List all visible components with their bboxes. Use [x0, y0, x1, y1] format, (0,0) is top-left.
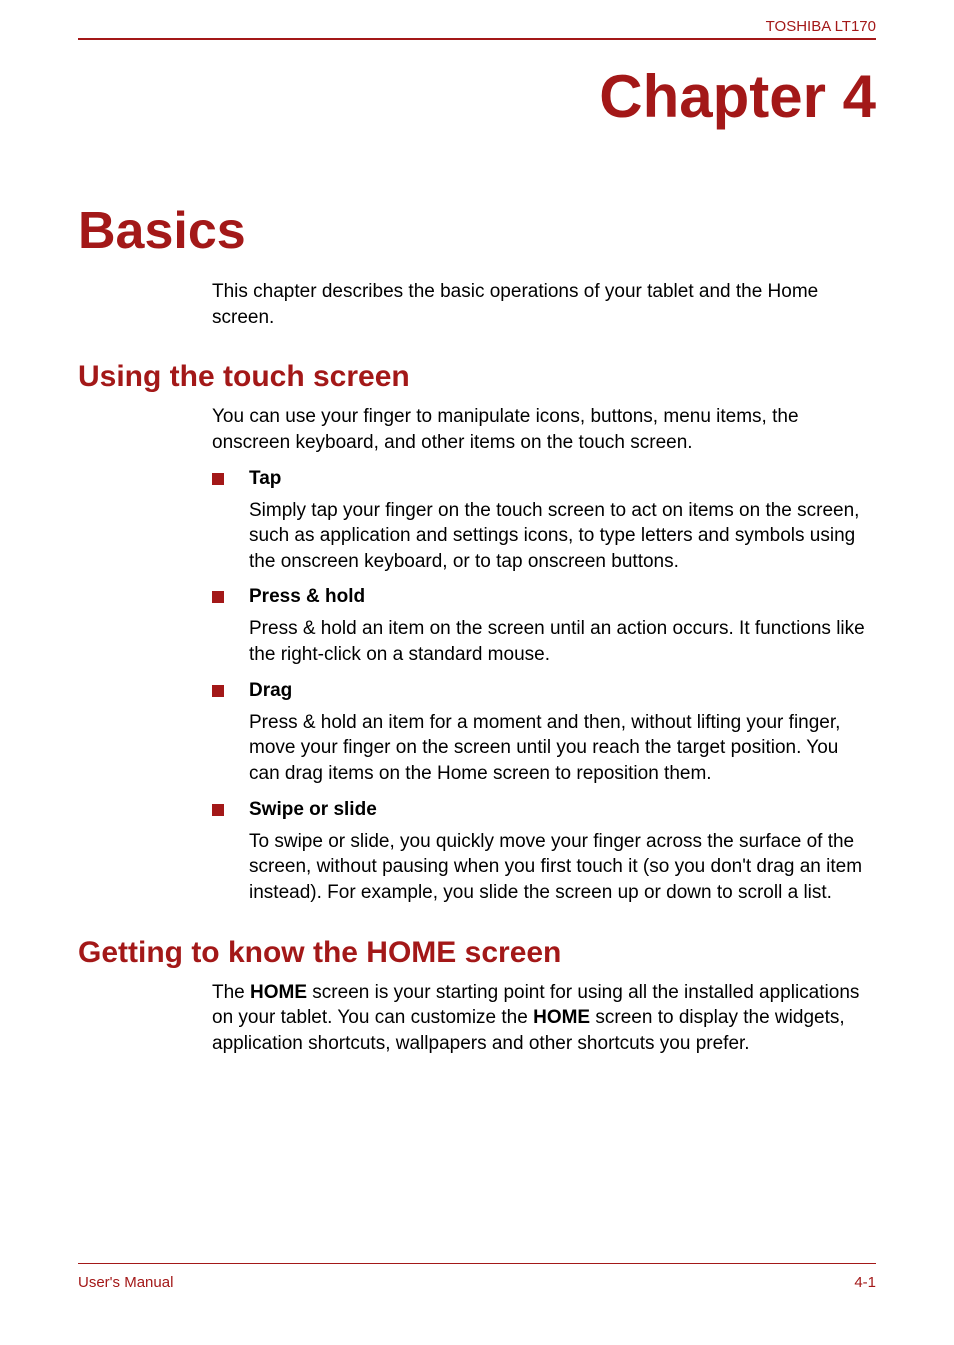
bullet-label-swipe: Swipe or slide	[249, 799, 377, 821]
header-rule: TOSHIBA LT170	[78, 38, 876, 40]
bullet-label-press-hold: Press & hold	[249, 586, 365, 608]
home-bold-2: HOME	[533, 1007, 590, 1028]
footer-page-number: 4-1	[854, 1274, 876, 1291]
home-bold-1: HOME	[250, 982, 307, 1003]
home-text-1: The	[212, 982, 250, 1003]
section-touch-heading: Using the touch screen	[78, 360, 876, 394]
header-model-label: TOSHIBA LT170	[766, 18, 876, 35]
bullet-body-tap: Simply tap your finger on the touch scre…	[249, 498, 876, 575]
bullet-item-swipe: Swipe or slide	[212, 799, 876, 821]
chapter-heading: Basics	[78, 201, 876, 261]
square-bullet-icon	[212, 473, 224, 485]
square-bullet-icon	[212, 804, 224, 816]
footer-left: User's Manual	[78, 1274, 173, 1291]
page-content: TOSHIBA LT170 Chapter 4 Basics This chap…	[0, 0, 954, 1345]
square-bullet-icon	[212, 685, 224, 697]
bullet-item-press-hold: Press & hold	[212, 586, 876, 608]
bullet-label-drag: Drag	[249, 680, 292, 702]
bullet-label-tap: Tap	[249, 468, 281, 490]
section-home-paragraph: The HOME screen is your starting point f…	[212, 980, 876, 1057]
page-footer: User's Manual 4-1	[78, 1263, 876, 1291]
chapter-intro: This chapter describes the basic operati…	[212, 279, 876, 330]
section-home-heading: Getting to know the HOME screen	[78, 936, 876, 970]
bullet-item-drag: Drag	[212, 680, 876, 702]
section-touch-intro: You can use your finger to manipulate ic…	[212, 404, 876, 455]
bullet-body-swipe: To swipe or slide, you quickly move your…	[249, 829, 876, 906]
square-bullet-icon	[212, 591, 224, 603]
chapter-title: Chapter 4	[78, 62, 876, 131]
bullet-body-press-hold: Press & hold an item on the screen until…	[249, 616, 876, 667]
bullet-item-tap: Tap	[212, 468, 876, 490]
bullet-body-drag: Press & hold an item for a moment and th…	[249, 710, 876, 787]
